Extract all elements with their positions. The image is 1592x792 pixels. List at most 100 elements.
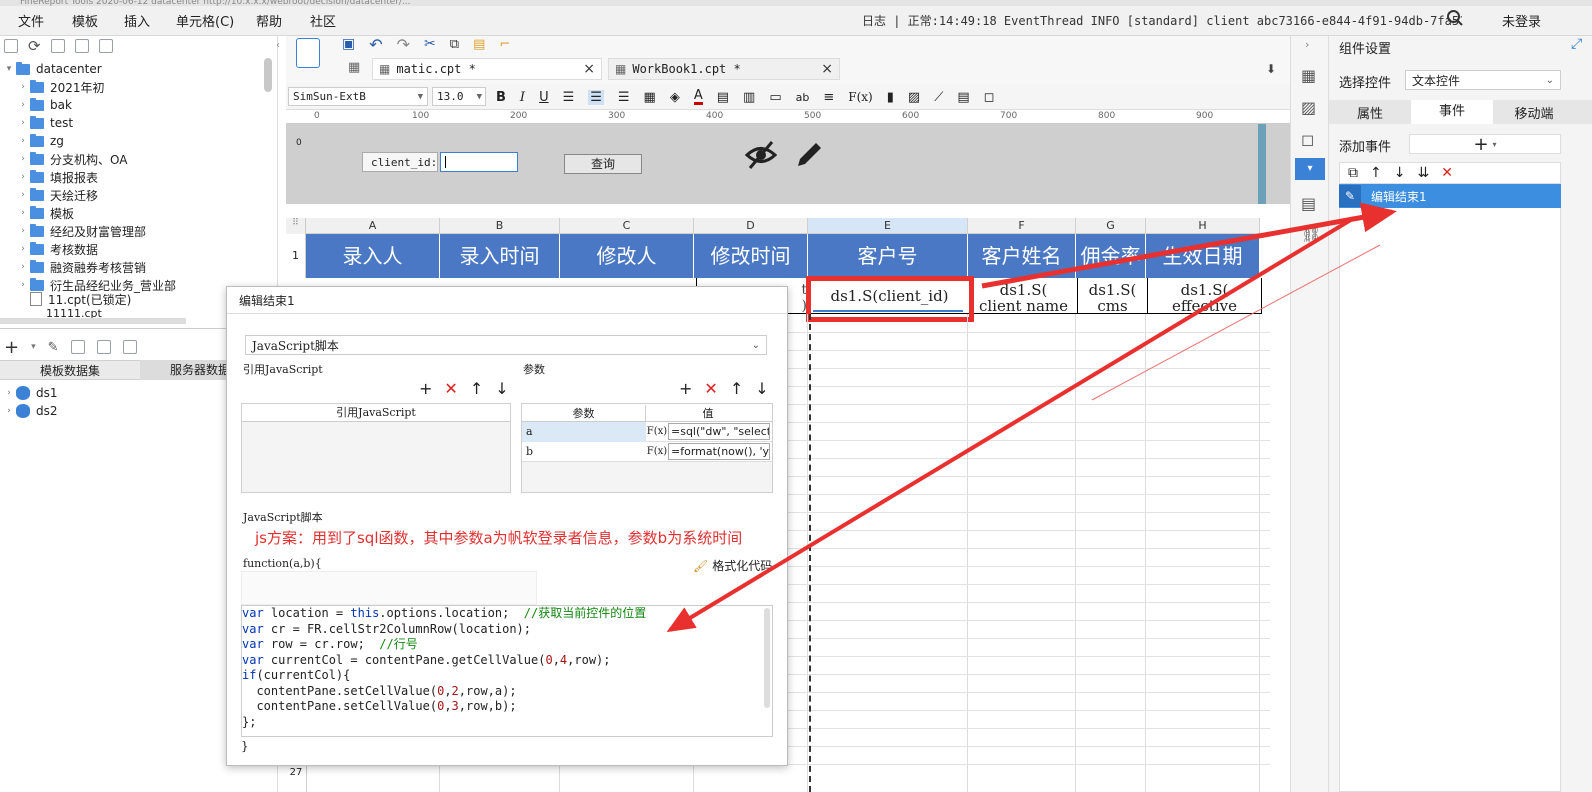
font-color-icon[interactable]: A [693, 89, 703, 105]
tab-attributes[interactable]: 属性 [1329, 103, 1411, 122]
redo-icon[interactable]: ↷ [397, 35, 410, 54]
move-up-icon[interactable]: ↑ [730, 379, 743, 398]
tree-root[interactable]: ▾ datacenter [2, 60, 102, 78]
tree-folder[interactable]: › 分支机构、OA [16, 150, 127, 168]
chart-icon[interactable]: ▮ [887, 90, 894, 105]
expand-icon[interactable]: › [16, 280, 30, 290]
delete-icon[interactable]: ✕ [444, 379, 457, 398]
move-down-icon[interactable]: ↓ [495, 379, 508, 398]
horizontal-scrollbar[interactable] [0, 318, 186, 324]
column-header[interactable]: H [1146, 218, 1260, 234]
merge-icon[interactable]: ▤ [717, 90, 729, 105]
paste-icon[interactable]: ▤ [473, 37, 485, 52]
unmerge-icon[interactable]: ▥ [743, 90, 755, 105]
tree-folder[interactable]: › 考核数据 [16, 240, 98, 258]
image-icon[interactable]: ▨ [908, 90, 920, 105]
cell-g2[interactable]: ds1.S( cms [1078, 278, 1148, 314]
expand-icon[interactable]: › [16, 100, 30, 110]
code-editor[interactable]: var location = this.options.location; //… [241, 605, 773, 737]
expand-icon[interactable]: › [16, 262, 30, 272]
dataset-ds1[interactable]: › ds1 [2, 384, 58, 402]
subreport-icon[interactable]: ▤ [957, 90, 969, 105]
tree-folder[interactable]: › 天绘迁移 [16, 186, 98, 204]
column-header[interactable]: A [306, 218, 440, 234]
expand-icon[interactable]: › [16, 244, 30, 254]
column-header[interactable]: B [440, 218, 560, 234]
tree-folder[interactable]: › 经纪及财富管理部 [16, 222, 146, 240]
dataset-settings-icon[interactable] [122, 340, 137, 354]
add-icon[interactable]: + [679, 379, 692, 398]
tree-folder[interactable]: › 2021年初 [16, 78, 105, 96]
close-tab-icon[interactable]: × [583, 61, 595, 77]
float-icon[interactable]: ◻ [1301, 130, 1314, 149]
column-header[interactable]: E [808, 218, 968, 234]
cell-f2[interactable]: ds1.S( client name [970, 278, 1078, 314]
hide-eye-icon[interactable] [744, 138, 778, 175]
cut-icon[interactable]: ✂ [424, 36, 436, 52]
header-cell[interactable]: 修改人 [560, 234, 694, 278]
query-button[interactable]: 查询 [564, 154, 642, 174]
column-header[interactable]: D [694, 218, 808, 234]
header-cell[interactable]: 佣金率 [1076, 234, 1146, 278]
param-value-input[interactable]: =format(now(), 'yy [668, 443, 770, 460]
delete-icon[interactable]: ✕ [704, 379, 717, 398]
delete-dataset-icon[interactable] [70, 340, 85, 354]
header-cell[interactable]: 录入时间 [440, 234, 560, 278]
tab-template-dataset[interactable]: 模板数据集 [0, 362, 140, 379]
border-icon[interactable]: ▦ [644, 90, 656, 105]
copy-event-icon[interactable]: ⧉ [1348, 165, 1358, 181]
header-cell[interactable]: 生效日期 [1146, 234, 1260, 278]
code-scrollbar[interactable] [764, 608, 770, 708]
menu-template[interactable]: 模板 [72, 11, 98, 30]
format-painter-icon[interactable]: ⌐ [499, 37, 510, 52]
hyperlink-icon[interactable]: ⛓ [1301, 224, 1321, 243]
move-bottom-icon[interactable]: ⇊ [1417, 165, 1429, 181]
expand-icon[interactable]: › [16, 190, 30, 200]
menu-cell[interactable]: 单元格(C) [176, 11, 234, 30]
expand-icon[interactable]: › [16, 82, 30, 92]
collapse-left-icon[interactable]: ‹ [276, 40, 280, 51]
search-icon[interactable] [1446, 9, 1464, 30]
menu-insert[interactable]: 插入 [124, 11, 150, 30]
tab-matic[interactable]: ▦ matic.cpt * × [372, 58, 602, 80]
formula-icon[interactable]: F(x) [646, 426, 668, 437]
dropdown-arrow-icon[interactable]: ▾ [31, 342, 36, 352]
text-icon[interactable]: ab [796, 91, 810, 104]
add-icon[interactable]: + [419, 379, 432, 398]
tab-events[interactable]: 事件 [1411, 100, 1493, 124]
column-header[interactable]: G [1076, 218, 1146, 234]
insert-row-icon[interactable]: ▭ [769, 90, 781, 105]
expand-icon[interactable]: › [16, 118, 30, 128]
move-up-icon[interactable]: ↑ [1370, 165, 1382, 181]
header-cell[interactable]: 客户姓名 [968, 234, 1076, 278]
login-link[interactable]: 未登录 [1502, 11, 1541, 30]
italic-icon[interactable]: I [520, 90, 525, 105]
condition-icon[interactable]: ▤ [1301, 194, 1316, 213]
tree-scrollbar[interactable] [264, 58, 272, 92]
tree-folder[interactable]: › test [16, 114, 73, 132]
save-icon[interactable]: ▣ [342, 36, 355, 52]
client-id-input[interactable] [440, 152, 518, 172]
delete-icon[interactable] [74, 39, 89, 53]
refresh-icon[interactable]: ⟳ [28, 37, 41, 55]
expand-icon[interactable]: › [16, 172, 30, 182]
settings-icon[interactable] [50, 39, 65, 53]
expand-icon[interactable]: › [16, 154, 30, 164]
event-item[interactable]: ✎ 编辑结束1 [1339, 184, 1561, 208]
tab-workbook1[interactable]: ▦ WorkBook1.cpt * × [608, 58, 840, 80]
menu-community[interactable]: 社区 [310, 11, 336, 30]
tree-folder[interactable]: › 填报报表 [16, 168, 98, 186]
copy-toolbar-icon[interactable]: ⧉ [450, 37, 459, 52]
cell-h2[interactable]: ds1.S( effective [1148, 278, 1262, 314]
align-left-icon[interactable]: ☰ [563, 90, 575, 105]
edit-event-icon[interactable]: ✎ [1339, 185, 1361, 207]
tree-folder[interactable]: › zg [16, 132, 64, 150]
copy-icon[interactable] [98, 39, 113, 53]
menu-help[interactable]: 帮助 [256, 11, 282, 30]
delete-event-icon[interactable]: ✕ [1441, 165, 1453, 181]
tree-file-partial[interactable]: 11111.cpt [30, 308, 102, 318]
align-right-icon[interactable]: ☰ [618, 90, 630, 105]
edit-pencil-icon[interactable] [794, 138, 826, 173]
font-size-select[interactable]: 13.0 ▼ [432, 87, 486, 106]
param-value-input[interactable]: =sql("dw", "select [668, 423, 770, 440]
